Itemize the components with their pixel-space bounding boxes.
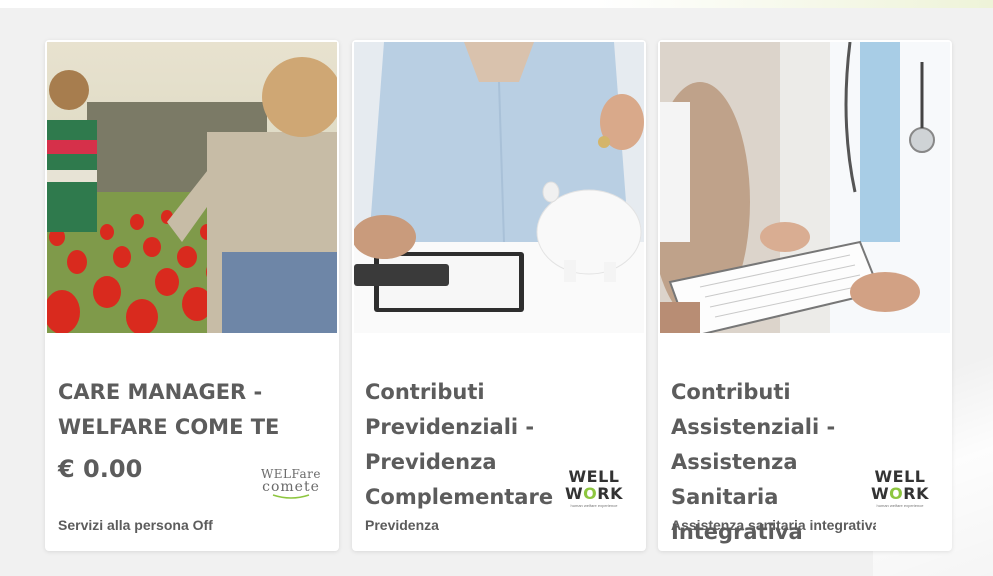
- logo-text-line1: WELL: [568, 467, 620, 486]
- wellwork-logo: WELL WORK human welfare experience: [865, 468, 935, 508]
- logo-text-line1: WELL: [874, 467, 926, 486]
- logo-tagline: human welfare experience: [876, 503, 924, 508]
- card-category: Previdenza: [365, 517, 439, 533]
- top-bar: [0, 0, 993, 8]
- product-card-previdenza[interactable]: Contributi Previdenziali - Previdenza Co…: [352, 40, 646, 551]
- tulip-field-photo: [47, 42, 337, 333]
- wellwork-logo: WELL WORK human welfare experience: [559, 468, 629, 508]
- card-image-doctor[interactable]: [660, 42, 950, 333]
- logo-text-line2: comete: [262, 479, 320, 495]
- card-image-piggy-bank[interactable]: [354, 42, 644, 333]
- logo-tagline: human welfare experience: [570, 503, 618, 508]
- doctor-clipboard-photo: [660, 42, 950, 333]
- product-card-care-manager[interactable]: CARE MANAGER - WELFARE COME TE € 0.00 Se…: [45, 40, 339, 551]
- welfare-come-te-logo: WELFare comete: [258, 468, 324, 500]
- card-category: Assistenza sanitaria integrativa: [671, 517, 876, 533]
- logo-text-line2: WORK: [871, 484, 929, 503]
- piggy-bank-photo: [354, 42, 644, 333]
- card-title[interactable]: Contributi Previdenziali - Previdenza Co…: [365, 375, 555, 515]
- card-image-children-tulips[interactable]: [47, 42, 337, 333]
- card-title[interactable]: CARE MANAGER - WELFARE COME TE: [58, 375, 326, 445]
- product-card-assistenza[interactable]: Contributi Assistenziali - Assistenza Sa…: [658, 40, 952, 551]
- card-price: € 0.00: [58, 455, 143, 483]
- card-category: Servizi alla persona Off: [58, 517, 213, 533]
- logo-text-line2: WORK: [565, 484, 623, 503]
